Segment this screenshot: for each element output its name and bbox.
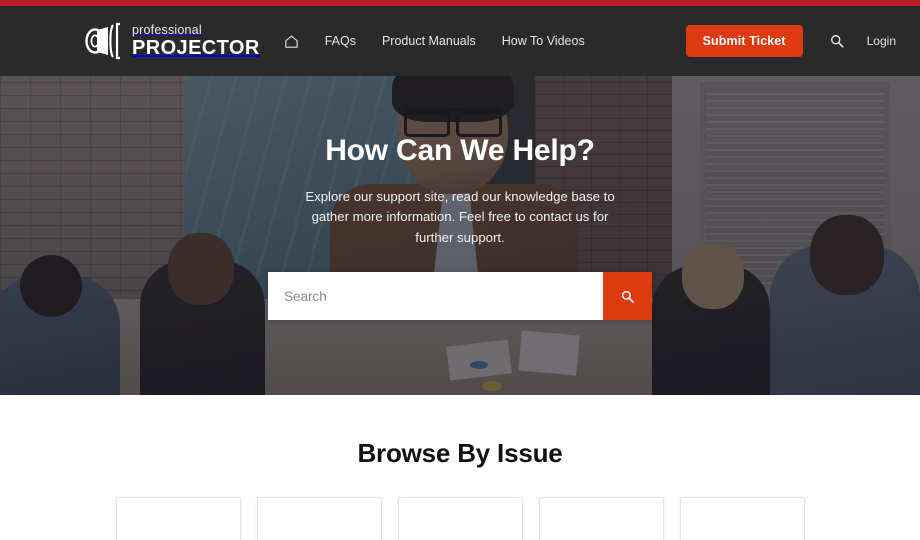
- hero-content: How Can We Help? Explore our support sit…: [0, 76, 920, 395]
- header-actions: Submit Ticket Login: [685, 25, 896, 57]
- issue-card[interactable]: [115, 497, 241, 540]
- issue-card[interactable]: [538, 497, 664, 540]
- home-icon: [284, 34, 299, 49]
- nav-item-how-to-videos[interactable]: How To Videos: [502, 34, 585, 48]
- page-title: How Can We Help?: [325, 134, 595, 167]
- search-submit-button[interactable]: [603, 272, 652, 321]
- sidebar-item-home[interactable]: [284, 34, 299, 49]
- login-link[interactable]: Login: [867, 34, 896, 48]
- hero-subtitle: Explore our support site, read our knowl…: [305, 189, 615, 245]
- main-nav: FAQs Product Manuals How To Videos: [284, 34, 585, 49]
- site-logo[interactable]: professional PROJECTOR: [84, 6, 260, 76]
- search-icon[interactable]: [830, 34, 844, 48]
- site-header: professional PROJECTOR FAQs Product Manu…: [0, 6, 920, 76]
- projector-lens-icon: [84, 21, 126, 61]
- submit-ticket-button[interactable]: Submit Ticket: [685, 25, 803, 57]
- logo-text: professional PROJECTOR: [132, 24, 260, 59]
- page-root: professional PROJECTOR FAQs Product Manu…: [0, 0, 920, 540]
- nav-item-faqs[interactable]: FAQs: [325, 34, 356, 48]
- search-input[interactable]: [268, 272, 603, 321]
- logo-line-professional: professional: [132, 22, 202, 37]
- browse-by-issue-section: Browse By Issue: [0, 395, 920, 540]
- nav-item-product-manuals[interactable]: Product Manuals: [382, 34, 476, 48]
- section-title: Browse By Issue: [357, 438, 563, 468]
- issue-card[interactable]: [256, 497, 382, 540]
- issue-card[interactable]: [679, 497, 805, 540]
- search-icon: [621, 290, 634, 303]
- logo-line-projector: PROJECTOR: [132, 37, 260, 60]
- hero-banner: How Can We Help? Explore our support sit…: [0, 76, 920, 395]
- hero-search-bar: [268, 272, 652, 321]
- issue-card[interactable]: [397, 497, 523, 540]
- issue-card-grid: [0, 497, 920, 540]
